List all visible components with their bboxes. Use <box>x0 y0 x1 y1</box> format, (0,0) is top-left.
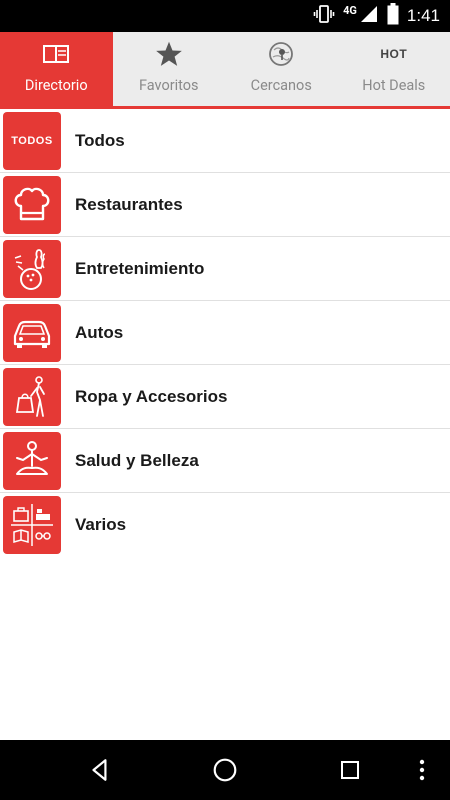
tab-label: Cercanos <box>250 77 312 94</box>
todos-icon-text: TODOS <box>11 135 53 147</box>
recents-button[interactable] <box>334 754 366 786</box>
home-icon <box>213 758 237 782</box>
category-label: Varios <box>75 514 127 534</box>
category-list: TODOS Todos Restaurantes Entretenimiento… <box>0 109 450 556</box>
tab-cercanos[interactable]: Cercanos <box>225 32 338 106</box>
status-icons: 4G 1:41 <box>313 3 440 29</box>
tab-label: Favoritos <box>138 77 199 94</box>
home-button[interactable] <box>209 754 241 786</box>
hot-icon: HOT <box>379 39 409 69</box>
tab-hot-deals[interactable]: HOT Hot Deals <box>338 32 450 106</box>
back-icon <box>92 759 107 781</box>
tab-favoritos[interactable]: Favoritos <box>113 32 226 106</box>
app-screen: 4G 1:41 Directorio Favoritos Cercanos HO… <box>0 0 450 800</box>
overflow-menu-button[interactable] <box>410 754 434 786</box>
network-type: 4G <box>343 3 357 17</box>
chef-hat-icon <box>3 176 61 234</box>
list-item-salud-y-belleza[interactable]: Salud y Belleza <box>0 429 450 493</box>
nearby-map-icon <box>266 39 296 69</box>
list-item-ropa-y-accesorios[interactable]: Ropa y Accesorios <box>0 365 450 429</box>
tab-directorio[interactable]: Directorio <box>0 32 113 106</box>
list-item-todos[interactable]: TODOS Todos <box>0 109 450 173</box>
category-label: Salud y Belleza <box>75 450 199 470</box>
recents-icon <box>341 761 359 779</box>
category-label: Ropa y Accesorios <box>75 386 228 406</box>
category-label: Todos <box>75 130 125 150</box>
bowling-icon <box>3 240 61 298</box>
battery-icon <box>387 3 399 29</box>
tab-bar: Directorio Favoritos Cercanos HOT Hot De… <box>0 32 450 109</box>
star-icon <box>154 39 184 69</box>
navigation-bar <box>0 740 450 800</box>
fashion-icon <box>3 368 61 426</box>
todos-icon: TODOS <box>3 112 61 170</box>
category-label: Autos <box>75 322 124 342</box>
list-item-autos[interactable]: Autos <box>0 301 450 365</box>
status-time: 1:41 <box>406 6 440 25</box>
category-label: Restaurantes <box>75 194 183 214</box>
vibrate-icon <box>313 4 335 28</box>
hot-icon-text: HOT <box>380 47 408 61</box>
more-vertical-icon <box>419 759 425 781</box>
list-item-restaurantes[interactable]: Restaurantes <box>0 173 450 237</box>
list-item-entretenimiento[interactable]: Entretenimiento <box>0 237 450 301</box>
directory-icon <box>41 39 71 69</box>
signal-icon <box>359 4 379 28</box>
list-item-varios[interactable]: Varios <box>0 493 450 556</box>
back-button[interactable] <box>84 754 116 786</box>
car-icon <box>3 304 61 362</box>
category-label: Entretenimiento <box>75 258 205 278</box>
misc-icon <box>3 496 61 554</box>
yoga-icon <box>3 432 61 490</box>
status-bar: 4G 1:41 <box>0 0 450 32</box>
tab-label: Hot Deals <box>362 77 426 94</box>
tab-label: Directorio <box>24 77 88 94</box>
